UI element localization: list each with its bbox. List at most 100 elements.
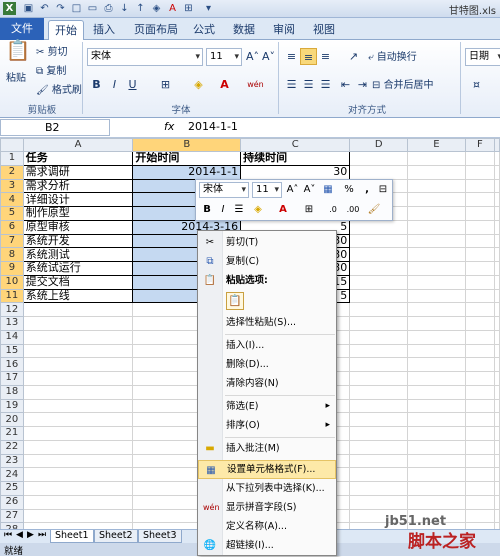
cell[interactable] [407, 384, 466, 400]
cell[interactable] [494, 384, 500, 400]
cell[interactable] [494, 178, 500, 194]
align-top-icon[interactable]: ≡ [283, 48, 300, 65]
cell[interactable] [494, 453, 500, 469]
merge-center-button[interactable]: ⊟ 合并后居中 [372, 79, 434, 92]
cell[interactable] [464, 261, 496, 276]
cell[interactable] [494, 302, 500, 317]
row-header[interactable]: 14 [0, 329, 24, 345]
cell[interactable] [407, 316, 466, 331]
cell[interactable] [349, 384, 409, 400]
cell[interactable] [464, 233, 496, 249]
tab-file[interactable]: 文件 [0, 18, 44, 40]
decrease-indent-icon[interactable]: ⇤ [337, 76, 354, 93]
cell[interactable] [349, 412, 409, 427]
last-sheet-icon[interactable]: ⏭ [38, 530, 46, 540]
redo-icon[interactable]: ↷ [54, 2, 67, 15]
cell[interactable] [494, 439, 500, 455]
cell[interactable] [407, 233, 466, 249]
cell[interactable]: 持续时间 [240, 151, 351, 166]
menu-item-sort[interactable]: 排序(O) ▸ [198, 416, 336, 435]
cell[interactable] [349, 302, 409, 317]
align-left-icon[interactable]: ☰ [283, 76, 300, 93]
font-size-select[interactable]: 11 [206, 48, 242, 66]
cell[interactable] [349, 439, 409, 455]
cell[interactable] [22, 494, 134, 510]
row-header[interactable]: 16 [0, 357, 24, 372]
cell[interactable] [494, 316, 500, 331]
row-header[interactable]: 18 [0, 384, 24, 400]
cell[interactable] [22, 439, 134, 455]
cell[interactable] [494, 329, 500, 345]
mini-font-select[interactable]: 宋体 [199, 182, 249, 198]
row-header[interactable]: 1 [0, 151, 24, 166]
row-header[interactable]: 24 [0, 467, 24, 482]
cell[interactable] [494, 164, 500, 180]
cell[interactable] [22, 384, 134, 400]
copy-button[interactable]: ⧉ 复制 [36, 65, 66, 78]
cell[interactable] [464, 371, 496, 386]
cell[interactable] [407, 192, 466, 207]
center-icon[interactable]: ☰ [232, 202, 246, 217]
cell[interactable] [407, 261, 466, 276]
tab-review[interactable]: 审阅 [268, 20, 300, 40]
tab-home[interactable]: 开始 [48, 20, 84, 40]
cell[interactable] [494, 247, 500, 262]
menu-item-copy[interactable]: ⧉ 复制(C) [198, 252, 336, 271]
cell[interactable] [464, 384, 496, 400]
font-color-icon[interactable]: A [166, 2, 179, 15]
font-color-icon[interactable]: A [216, 76, 233, 93]
menu-item-hyperlink[interactable]: 🌐 超链接(I)... [198, 536, 336, 555]
cell[interactable] [464, 453, 496, 469]
menu-item-filter[interactable]: 筛选(E) ▸ [198, 397, 336, 416]
cell[interactable] [494, 206, 500, 221]
menu-item-pick-from-list[interactable]: 从下拉列表中选择(K)... [198, 479, 336, 498]
row-header[interactable]: 10 [0, 274, 24, 290]
row-header[interactable]: 21 [0, 426, 24, 441]
cell[interactable]: 原型审核 [22, 219, 134, 235]
cell[interactable] [407, 439, 466, 455]
cell[interactable]: 30 [240, 164, 351, 180]
menu-item-insert[interactable]: 插入(I)... [198, 336, 336, 355]
format-painter-icon[interactable]: 🖌 [366, 202, 382, 217]
fill-color-icon[interactable]: ◈ [250, 202, 266, 217]
cell[interactable] [494, 261, 500, 276]
cell[interactable]: 需求调研 [22, 164, 134, 180]
row-header[interactable]: 25 [0, 481, 24, 496]
cell[interactable] [407, 178, 466, 194]
cell[interactable] [349, 494, 409, 510]
cell[interactable] [349, 233, 409, 249]
fill-color-icon[interactable]: ◈ [150, 2, 163, 15]
row-header[interactable]: 9 [0, 261, 24, 276]
increase-indent-icon[interactable]: ⇥ [354, 76, 371, 93]
number-format-select[interactable]: 日期 [465, 48, 500, 66]
cell[interactable]: 提交文档 [22, 274, 134, 290]
cell[interactable]: 详细设计 [22, 192, 134, 207]
next-sheet-icon[interactable]: ▶ [27, 530, 34, 540]
currency-icon[interactable]: ¤ [468, 76, 485, 93]
first-sheet-icon[interactable]: ⏮ [4, 530, 12, 540]
cell[interactable] [464, 302, 496, 317]
column-header[interactable]: F [464, 138, 496, 152]
row-header[interactable]: 15 [0, 343, 24, 359]
cell[interactable] [494, 467, 500, 482]
cell[interactable] [464, 178, 496, 194]
cell[interactable] [407, 288, 466, 304]
decrease-decimal-icon[interactable]: .00 [344, 202, 362, 217]
comma-button[interactable]: , [362, 182, 372, 197]
row-header[interactable]: 5 [0, 206, 24, 221]
tab-data[interactable]: 数据 [228, 20, 260, 40]
row-header[interactable]: 6 [0, 219, 24, 235]
align-right-icon[interactable]: ☰ [317, 76, 334, 93]
column-header[interactable]: D [349, 138, 409, 152]
row-header[interactable]: 8 [0, 247, 24, 262]
border-icon[interactable]: ⊞ [157, 76, 174, 93]
cell[interactable] [464, 343, 496, 359]
formula-input[interactable]: 2014-1-1 [188, 120, 238, 133]
cell[interactable] [349, 357, 409, 372]
row-header[interactable]: 17 [0, 371, 24, 386]
row-header[interactable]: 3 [0, 178, 24, 194]
menu-item-define-name[interactable]: 定义名称(A)... [198, 517, 336, 536]
align-bottom-icon[interactable]: ≡ [317, 48, 334, 65]
wrap-text-button[interactable]: ⤶ 自动换行 [368, 51, 417, 64]
row-header[interactable]: 11 [0, 288, 24, 304]
